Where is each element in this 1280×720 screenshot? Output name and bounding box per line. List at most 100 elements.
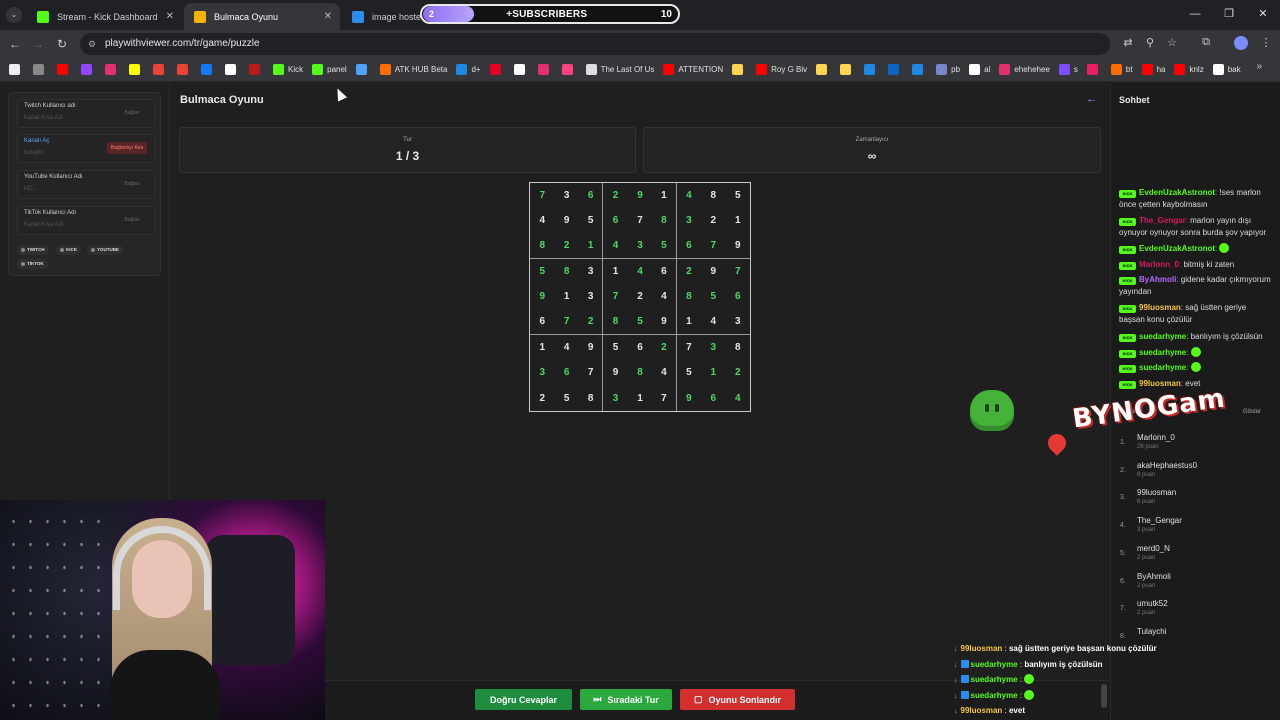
sudoku-cell[interactable]: 3 bbox=[677, 208, 701, 233]
sudoku-cell[interactable]: 3 bbox=[579, 259, 604, 285]
youtube-username-field[interactable]: YouTube Kullanıcı Adı UC... Bağlan bbox=[17, 170, 155, 199]
sudoku-cell[interactable]: 8 bbox=[677, 284, 701, 309]
sudoku-cell[interactable]: 1 bbox=[578, 233, 604, 259]
bookmark-item[interactable] bbox=[812, 60, 835, 80]
sudoku-cell[interactable]: 4 bbox=[677, 183, 701, 208]
platform-pill-youtube[interactable]: YOUTUBE bbox=[87, 245, 124, 255]
chat-username[interactable]: suedarhyme bbox=[1139, 348, 1186, 357]
sudoku-cell[interactable]: 7 bbox=[530, 183, 554, 208]
bookmark-item[interactable] bbox=[884, 60, 907, 80]
bookmark-item[interactable]: bt bbox=[1107, 60, 1137, 80]
sudoku-cell[interactable]: 2 bbox=[578, 309, 604, 335]
overlay-scrollbar[interactable] bbox=[1101, 684, 1107, 708]
sudoku-cell[interactable]: 6 bbox=[579, 183, 604, 209]
connect-button[interactable]: Bağlan bbox=[124, 217, 140, 223]
sudoku-cell[interactable]: 8 bbox=[628, 360, 652, 385]
chat-username[interactable]: EvdenUzakAstronot bbox=[1139, 188, 1215, 197]
bookmark-item[interactable] bbox=[173, 60, 196, 80]
bookmark-item[interactable] bbox=[860, 60, 883, 80]
bookmark-item[interactable] bbox=[221, 60, 244, 80]
sudoku-cell[interactable]: 3 bbox=[554, 183, 578, 208]
bookmark-item[interactable] bbox=[486, 60, 509, 80]
open-channel-link[interactable]: Kanalı Aç bbox=[24, 138, 49, 144]
chat-username[interactable]: Marlonn_0 bbox=[1139, 260, 1179, 269]
bookmark-item[interactable]: ha bbox=[1138, 60, 1170, 80]
sudoku-cell[interactable]: 1 bbox=[603, 259, 627, 284]
forward-icon[interactable]: → bbox=[30, 36, 46, 52]
bookmark-item[interactable] bbox=[908, 60, 931, 80]
bookmark-item[interactable] bbox=[558, 60, 581, 80]
bookmark-item[interactable]: knlz bbox=[1170, 60, 1207, 80]
end-game-button[interactable]: ▢ Oyunu Sonlandır bbox=[680, 689, 795, 710]
sudoku-cell[interactable]: 8 bbox=[726, 335, 750, 360]
sudoku-cell[interactable]: 6 bbox=[726, 284, 750, 309]
sudoku-cell[interactable]: 2 bbox=[701, 208, 725, 233]
sudoku-cell[interactable]: 9 bbox=[603, 360, 627, 385]
sudoku-cell[interactable]: 7 bbox=[554, 310, 579, 335]
address-bar[interactable]: ⚙ playwithviewer.com/tr/game/puzzle bbox=[80, 33, 1110, 55]
sudoku-cell[interactable]: 8 bbox=[701, 183, 725, 208]
sudoku-cell[interactable]: 6 bbox=[554, 360, 578, 385]
bookmark-item[interactable]: s bbox=[1055, 60, 1082, 80]
sudoku-cell[interactable]: 4 bbox=[603, 234, 628, 259]
bookmark-item[interactable] bbox=[836, 60, 859, 80]
sudoku-cell[interactable]: 1 bbox=[530, 335, 554, 360]
sudoku-cell[interactable]: 7 bbox=[701, 234, 726, 259]
bookmark-item[interactable]: d+ bbox=[452, 60, 484, 80]
sudoku-cell[interactable]: 6 bbox=[701, 386, 725, 411]
sudoku-cell[interactable]: 2 bbox=[554, 234, 579, 259]
sudoku-cell[interactable]: 4 bbox=[726, 386, 750, 411]
sudoku-cell[interactable]: 4 bbox=[652, 360, 677, 386]
sudoku-cell[interactable]: 8 bbox=[554, 259, 578, 284]
tab-search-button[interactable]: ⌄ bbox=[6, 7, 22, 23]
sudoku-cell[interactable]: 2 bbox=[677, 259, 701, 284]
bookmark-item[interactable] bbox=[728, 60, 751, 80]
sudoku-cell[interactable]: 3 bbox=[627, 234, 653, 259]
tab-bulmaca-oyunu[interactable]: Bulmaca Oyunu ✕ bbox=[184, 3, 340, 30]
close-tab-icon[interactable]: ✕ bbox=[324, 11, 332, 22]
bookmarks-overflow-icon[interactable]: » bbox=[1256, 61, 1262, 72]
chat-username[interactable]: 99luosman bbox=[1139, 379, 1181, 388]
sudoku-cell[interactable]: 3 bbox=[603, 386, 627, 411]
sudoku-cell[interactable]: 7 bbox=[677, 335, 701, 360]
maximize-icon[interactable]: ❐ bbox=[1212, 0, 1246, 30]
sudoku-cell[interactable]: 2 bbox=[726, 360, 750, 385]
sudoku-cell[interactable]: 2 bbox=[652, 335, 677, 361]
sudoku-cell[interactable]: 1 bbox=[628, 386, 652, 411]
bookmark-item[interactable] bbox=[5, 60, 28, 80]
zoom-icon[interactable]: ⚲ bbox=[1142, 36, 1158, 49]
close-tab-icon[interactable]: ✕ bbox=[166, 11, 174, 22]
platform-pill-twitch[interactable]: TWITCH bbox=[17, 245, 49, 255]
chat-username[interactable]: 99luosman bbox=[1139, 303, 1181, 312]
back-icon[interactable]: ← bbox=[7, 36, 23, 52]
sudoku-cell[interactable]: 5 bbox=[579, 208, 604, 234]
sudoku-cell[interactable]: 8 bbox=[603, 310, 628, 335]
correct-answers-button[interactable]: Doğru Cevaplar bbox=[475, 689, 572, 710]
sudoku-cell[interactable]: 1 bbox=[726, 208, 750, 233]
bookmark-star-icon[interactable]: ☆ bbox=[1164, 36, 1180, 49]
kick-channel-field[interactable]: Kanalı Aç bulaybi Bağlantıyı Kes bbox=[17, 134, 155, 163]
sudoku-cell[interactable]: 9 bbox=[725, 234, 750, 259]
connect-button[interactable]: Bağlan bbox=[124, 181, 140, 187]
sudoku-cell[interactable]: 5 bbox=[554, 386, 578, 411]
bookmark-item[interactable]: panel bbox=[308, 60, 351, 80]
sudoku-cell[interactable]: 3 bbox=[530, 360, 554, 385]
sudoku-cell[interactable]: 7 bbox=[579, 360, 604, 386]
sudoku-cell[interactable]: 5 bbox=[603, 335, 627, 360]
sudoku-cell[interactable]: 7 bbox=[603, 284, 627, 309]
sudoku-cell[interactable]: 8 bbox=[579, 385, 604, 411]
bookmark-item[interactable] bbox=[125, 60, 148, 80]
bookmark-item[interactable] bbox=[197, 60, 220, 80]
bookmark-item[interactable]: Kick bbox=[269, 60, 307, 80]
reload-icon[interactable]: ↻ bbox=[54, 36, 70, 52]
bookmark-item[interactable] bbox=[149, 60, 172, 80]
sudoku-cell[interactable]: 6 bbox=[603, 208, 627, 233]
bookmark-item[interactable]: bak bbox=[1209, 60, 1245, 80]
bookmark-item[interactable] bbox=[352, 60, 375, 80]
chat-username[interactable]: suedarhyme bbox=[1139, 363, 1186, 372]
browser-menu-icon[interactable]: ⋮ bbox=[1258, 36, 1274, 49]
bookmark-item[interactable]: pb bbox=[932, 60, 964, 80]
sudoku-cell[interactable]: 1 bbox=[554, 284, 578, 309]
disconnect-button[interactable]: Bağlantıyı Kes bbox=[107, 142, 147, 154]
platform-pill-kick[interactable]: KICK bbox=[56, 245, 81, 255]
